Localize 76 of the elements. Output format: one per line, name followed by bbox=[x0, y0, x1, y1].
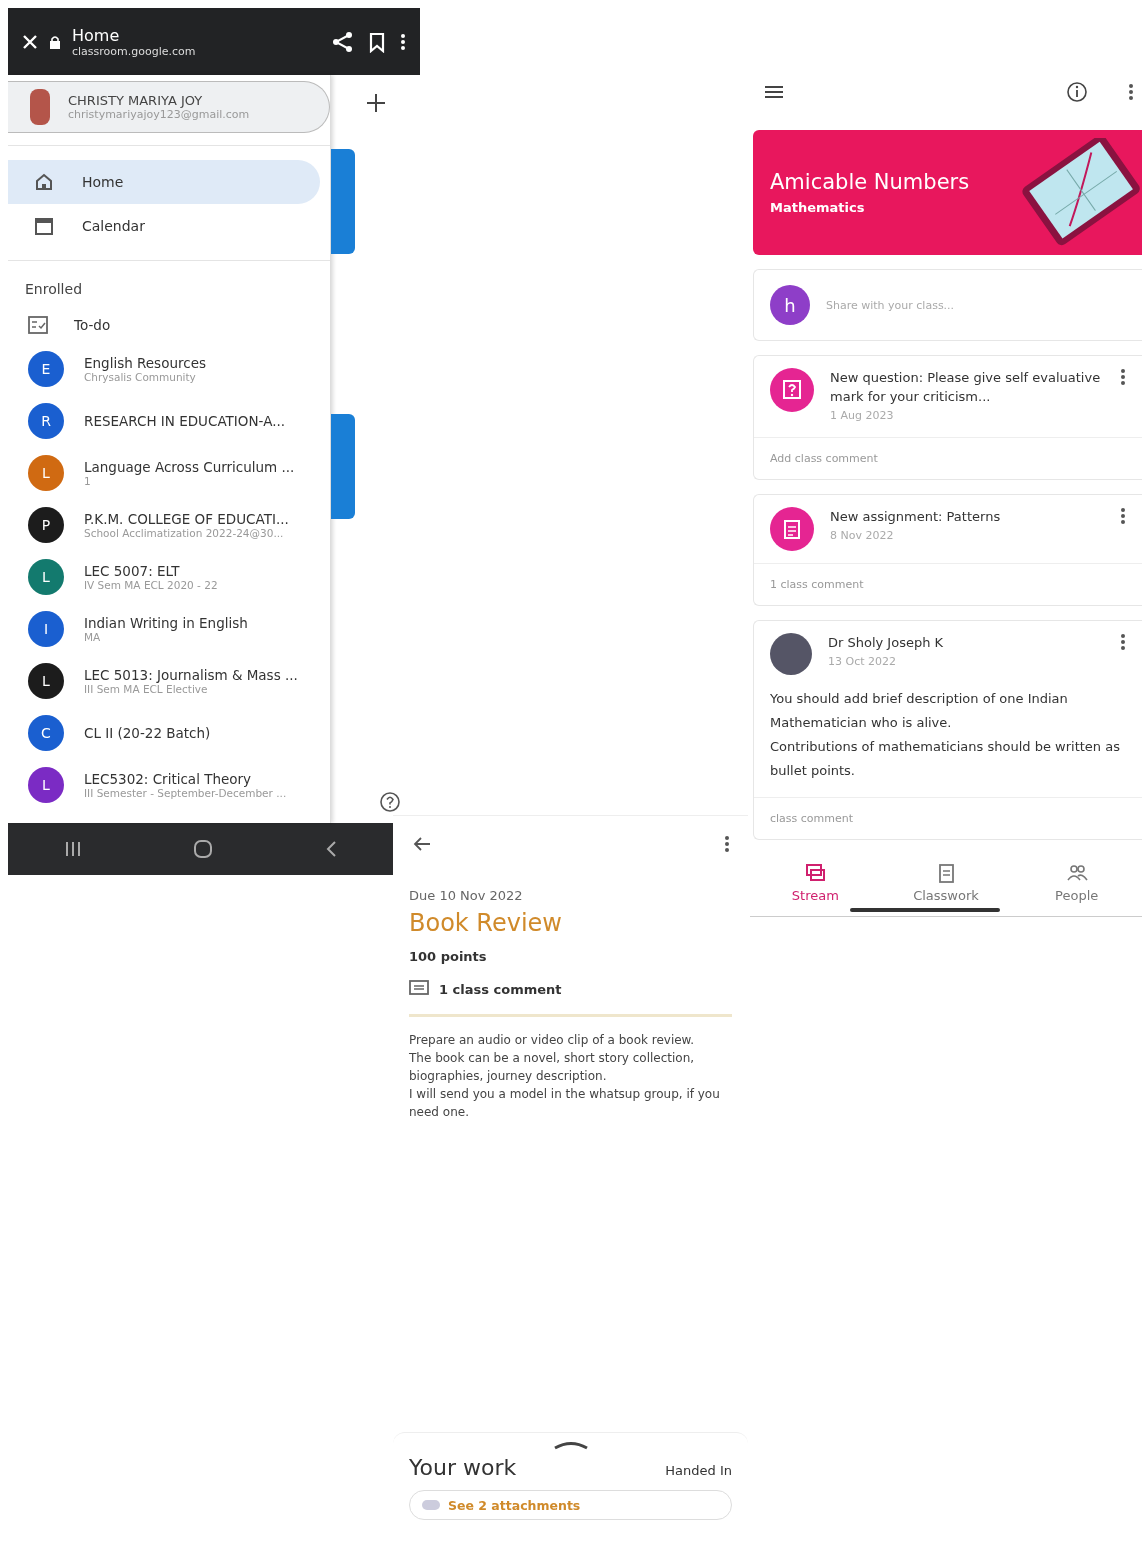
section-heading: Your work bbox=[409, 1455, 518, 1480]
class-avatar: E bbox=[28, 351, 64, 387]
class-avatar: L bbox=[28, 767, 64, 803]
post-date: 1 Aug 2023 bbox=[830, 408, 895, 424]
chevron-up-icon[interactable] bbox=[552, 1439, 589, 1451]
due-date: Due 10 Nov 2022 bbox=[408, 887, 524, 903]
work-status: Handed In bbox=[665, 1463, 732, 1478]
more-options-icon[interactable] bbox=[1128, 82, 1134, 101]
section-heading: Enrolled bbox=[24, 280, 83, 299]
share-icon[interactable] bbox=[332, 30, 354, 53]
checklist-icon bbox=[28, 316, 48, 334]
back-icon[interactable] bbox=[325, 840, 338, 858]
class-avatar: R bbox=[28, 403, 64, 439]
class-item[interactable]: L LEC 5007: ELT IV Sem MA ECL 2020 - 22 bbox=[8, 551, 330, 603]
post-date: 8 Nov 2022 bbox=[830, 528, 895, 544]
assignment-title: Book Review bbox=[408, 908, 563, 937]
post-title: New assignment: Patterns bbox=[830, 508, 1002, 526]
account-email: christymariyajoy123@gmail.com bbox=[68, 108, 250, 121]
more-options-icon[interactable] bbox=[1120, 633, 1126, 651]
account-name: CHRISTY MARIYA JOY bbox=[68, 93, 204, 108]
account-switcher[interactable]: CHRISTY MARIYA JOY christymariyajoy123@gmail.com bbox=[8, 81, 330, 133]
todo-item[interactable]: To-do bbox=[8, 307, 330, 343]
comment-count[interactable]: 1 class comment bbox=[439, 981, 562, 997]
user-avatar: h bbox=[770, 285, 810, 325]
avatar-photo-placeholder bbox=[770, 633, 812, 675]
more-options-icon[interactable] bbox=[400, 32, 406, 51]
more-options-icon[interactable] bbox=[724, 835, 730, 853]
class-avatar: I bbox=[28, 611, 64, 647]
attachment-icon bbox=[422, 1500, 440, 1510]
recent-apps-icon[interactable] bbox=[63, 841, 82, 857]
nav-item[interactable]: Home bbox=[8, 160, 320, 204]
class-title: Amicable Numbers bbox=[770, 170, 971, 194]
chat-icon bbox=[804, 862, 827, 884]
more-options-icon[interactable] bbox=[1120, 368, 1126, 386]
add-icon[interactable] bbox=[365, 93, 386, 113]
class-avatar: L bbox=[28, 455, 64, 491]
class-avatar: P bbox=[28, 507, 64, 543]
class-item[interactable]: L Language Across Curriculum ... 1 bbox=[8, 447, 330, 499]
back-arrow-icon[interactable] bbox=[413, 837, 431, 851]
points: 100 points bbox=[408, 948, 488, 964]
lock-icon bbox=[50, 34, 60, 49]
class-item[interactable]: L LEC 5013: Journalism & Mass ... III Sem MA ECL Elective bbox=[8, 655, 330, 707]
class-item[interactable]: E English Resources Chrysalis Community bbox=[8, 343, 330, 395]
clipboard-icon bbox=[770, 507, 814, 551]
close-icon[interactable] bbox=[22, 33, 38, 50]
class-avatar: C bbox=[28, 715, 64, 751]
post-title: New question: Please give self evaluative mark for your criticism... bbox=[830, 369, 1102, 406]
page-title: Home bbox=[72, 25, 121, 45]
class-item[interactable]: R RESEARCH IN EDUCATION-A... bbox=[8, 395, 330, 447]
class-subject: Mathematics bbox=[770, 200, 866, 215]
class-item[interactable]: I Indian Writing in English MA bbox=[8, 603, 330, 655]
nav-item[interactable]: Calendar bbox=[8, 204, 320, 248]
more-options-icon[interactable] bbox=[1120, 507, 1126, 525]
menu-icon[interactable] bbox=[764, 83, 784, 100]
post-body: You should add brief description of one Indian Mathematician who is alive. Contributions of mathematicians should be written as bullet points. bbox=[769, 690, 1121, 780]
tab[interactable]: Stream bbox=[750, 856, 881, 916]
page-url: classroom.google.com bbox=[72, 44, 197, 58]
help-icon[interactable] bbox=[379, 791, 401, 813]
class-avatar: L bbox=[28, 663, 64, 699]
home-icon bbox=[34, 172, 54, 192]
class-item[interactable]: C CL II (20-22 Batch) bbox=[8, 707, 330, 759]
profile-photo-placeholder bbox=[30, 89, 50, 125]
tab[interactable]: People bbox=[1011, 856, 1142, 916]
question-icon bbox=[770, 368, 814, 412]
class-item[interactable]: L LEC5302: Critical Theory III Semester - September-December ... bbox=[8, 759, 330, 811]
post-date: 13 Oct 2022 bbox=[828, 654, 897, 670]
info-icon[interactable] bbox=[1066, 80, 1088, 103]
class-avatar: L bbox=[28, 559, 64, 595]
class-item[interactable]: P P.K.M. COLLEGE OF EDUCATI... School Acclimatization 2022-24@30... bbox=[8, 499, 330, 551]
comment-icon bbox=[409, 980, 429, 998]
assignment-description: Prepare an audio or video clip of a book review. The book can be a novel, short story collection, biographies, journey description. I will send you a model in the whatsup group, if you need one. bbox=[408, 1032, 721, 1121]
home-button-icon[interactable] bbox=[193, 839, 214, 859]
tab[interactable]: Classwork bbox=[880, 856, 1012, 916]
post-title: Dr Sholy Joseph K bbox=[828, 634, 945, 652]
calendar-icon bbox=[34, 216, 54, 236]
share-field[interactable]: Share with your class... bbox=[824, 297, 1142, 313]
